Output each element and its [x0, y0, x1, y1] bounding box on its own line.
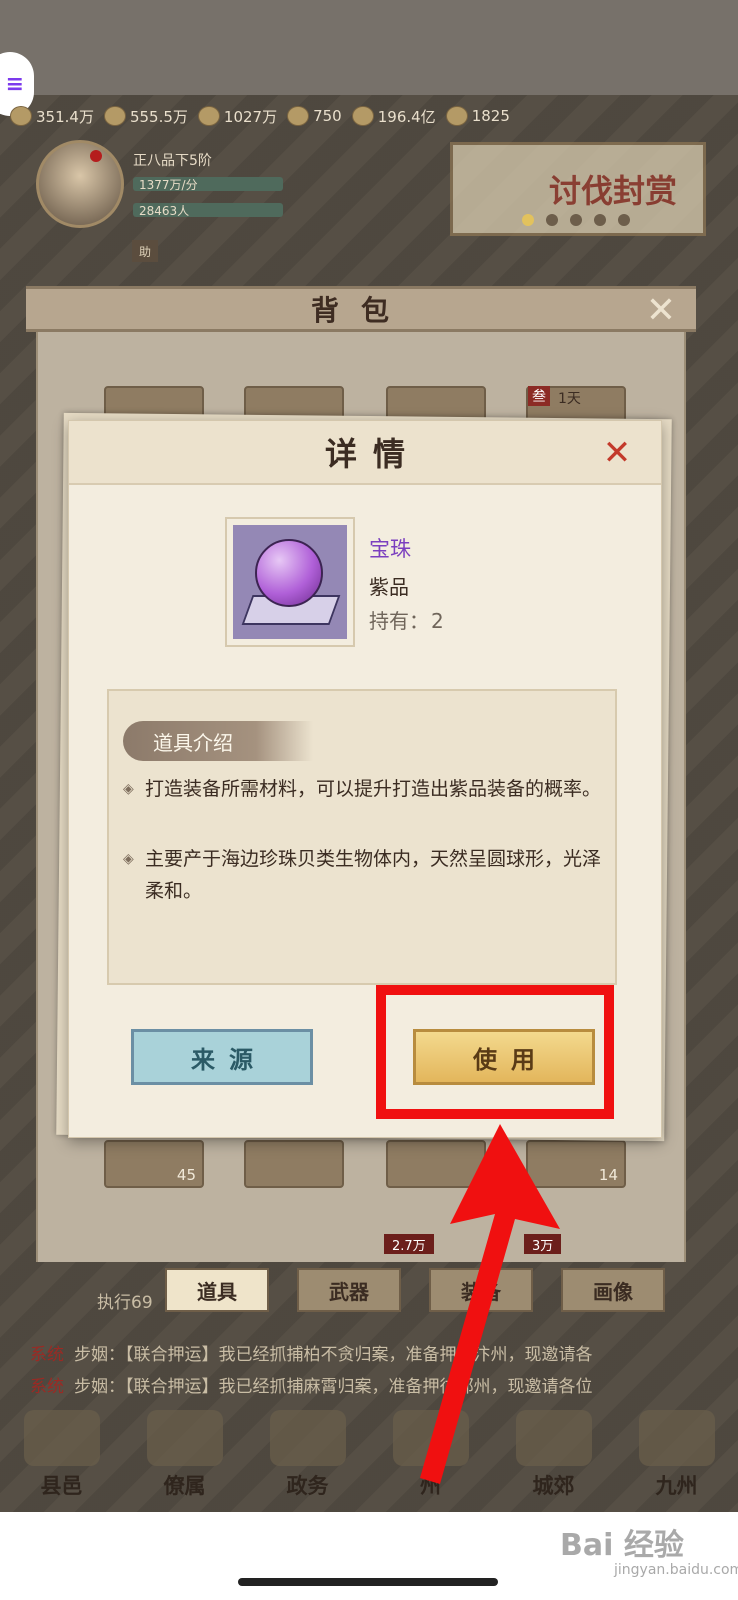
bag-title: 背包	[310, 294, 411, 327]
notification-dot	[90, 150, 102, 162]
dialog-title: 详情	[324, 435, 421, 473]
menu-icon: ≡	[5, 71, 24, 97]
item-owned: 持有： 2	[369, 609, 444, 633]
resource-grain: 555.5万	[103, 106, 188, 127]
bag-slot[interactable]: 45	[104, 1140, 204, 1188]
close-icon[interactable]: ✕	[597, 433, 637, 473]
diamond-bullet-icon: ◈	[123, 851, 134, 867]
item-name: 宝珠	[369, 537, 411, 561]
grain-icon	[103, 106, 126, 126]
copper-coin-icon	[351, 106, 374, 126]
staff-icon	[146, 1410, 223, 1466]
tab-portraits[interactable]: 画像	[561, 1268, 665, 1312]
resource-gold: 750	[287, 106, 342, 126]
gold-icon	[287, 106, 310, 126]
nav-nine-provinces[interactable]: 九州	[622, 1410, 732, 1500]
player-rank: 正八品下5阶	[133, 153, 212, 169]
pager-dot	[546, 214, 558, 226]
affairs-icon	[269, 1410, 346, 1466]
chat-line[interactable]: 系统 步姻：【联合押运】我已经抓捕柏不贪归案，准备押往汴州，现邀请各	[30, 1340, 730, 1365]
pager-dot	[594, 214, 606, 226]
description-box: 道具介绍 ◈ 打造装备所需材料，可以提升打造出紫品装备的概率。 ◈ 主要产于海边珍珠…	[107, 689, 617, 985]
item-image-frame	[225, 517, 355, 647]
coin-icon	[10, 106, 32, 126]
map-icon	[638, 1410, 715, 1466]
tab-weapons[interactable]: 武器	[297, 1268, 401, 1312]
resource-fame: 1825	[445, 106, 510, 126]
watermark-url: jingyan.baidu.com	[614, 1562, 738, 1578]
description-header: 道具介绍	[123, 721, 313, 761]
population-bar: 28463人	[133, 203, 283, 218]
bag-header: 背包 ✕	[26, 286, 696, 332]
banner-pager	[522, 214, 630, 226]
resource-soldier: 1027万	[197, 106, 277, 127]
nav-county[interactable]: 县邑	[7, 1410, 117, 1500]
highlight-box	[376, 985, 614, 1119]
population-row: 28463人	[133, 200, 283, 220]
county-icon	[23, 1410, 100, 1466]
soldier-icon	[197, 106, 220, 126]
watermark-logo: Bai 经验	[560, 1528, 684, 1563]
nav-affairs[interactable]: 政务	[253, 1410, 363, 1500]
exec-text: 执行69	[97, 1293, 153, 1313]
pager-dot	[570, 214, 582, 226]
pager-dot	[618, 214, 630, 226]
orb-graphic	[255, 539, 323, 607]
dialog-header: 详情 ✕	[69, 421, 661, 485]
description-item: ◈ 打造装备所需材料，可以提升打造出紫品装备的概率。	[123, 773, 609, 805]
diamond-bullet-icon: ◈	[123, 781, 134, 797]
description-item: ◈ 主要产于海边珍珠贝类生物体内，天然呈圆球形，光泽柔和。	[123, 843, 609, 907]
bag-slot[interactable]	[244, 1140, 344, 1188]
nav-staff[interactable]: 僚属	[130, 1410, 240, 1500]
chat-line[interactable]: 系统 步姻：【联合押运】我已经抓捕麻霄归案，准备押往郑州，现邀请各位	[30, 1372, 730, 1397]
resource-coin: 351.4万	[10, 106, 94, 127]
status-bar-area	[0, 0, 738, 95]
income-bar: 1377万/分	[133, 177, 283, 192]
pearl-icon	[233, 525, 347, 639]
item-grade: 紫品	[369, 575, 409, 599]
assist-badge[interactable]: 助	[132, 240, 158, 262]
resource-bar: 351.4万 555.5万 1027万 750 196.4亿 1825	[10, 100, 730, 132]
income-row: 1377万/分	[133, 174, 283, 194]
slot-tag: 叁	[528, 386, 550, 406]
tab-items[interactable]: 道具	[165, 1268, 269, 1312]
home-indicator[interactable]	[238, 1578, 498, 1586]
arrow-icon	[420, 1124, 560, 1484]
player-avatar[interactable]	[36, 140, 124, 228]
slot-tag-extra: 1天	[558, 391, 581, 407]
resource-copper: 196.4亿	[351, 106, 436, 127]
pager-dot	[522, 214, 534, 226]
fame-icon	[445, 106, 468, 126]
bottom-nav: 县邑 僚属 政务 州 城郊 九州	[0, 1410, 738, 1510]
source-button[interactable]: 来源	[131, 1029, 313, 1085]
bag-close-icon[interactable]: ✕	[646, 293, 676, 329]
